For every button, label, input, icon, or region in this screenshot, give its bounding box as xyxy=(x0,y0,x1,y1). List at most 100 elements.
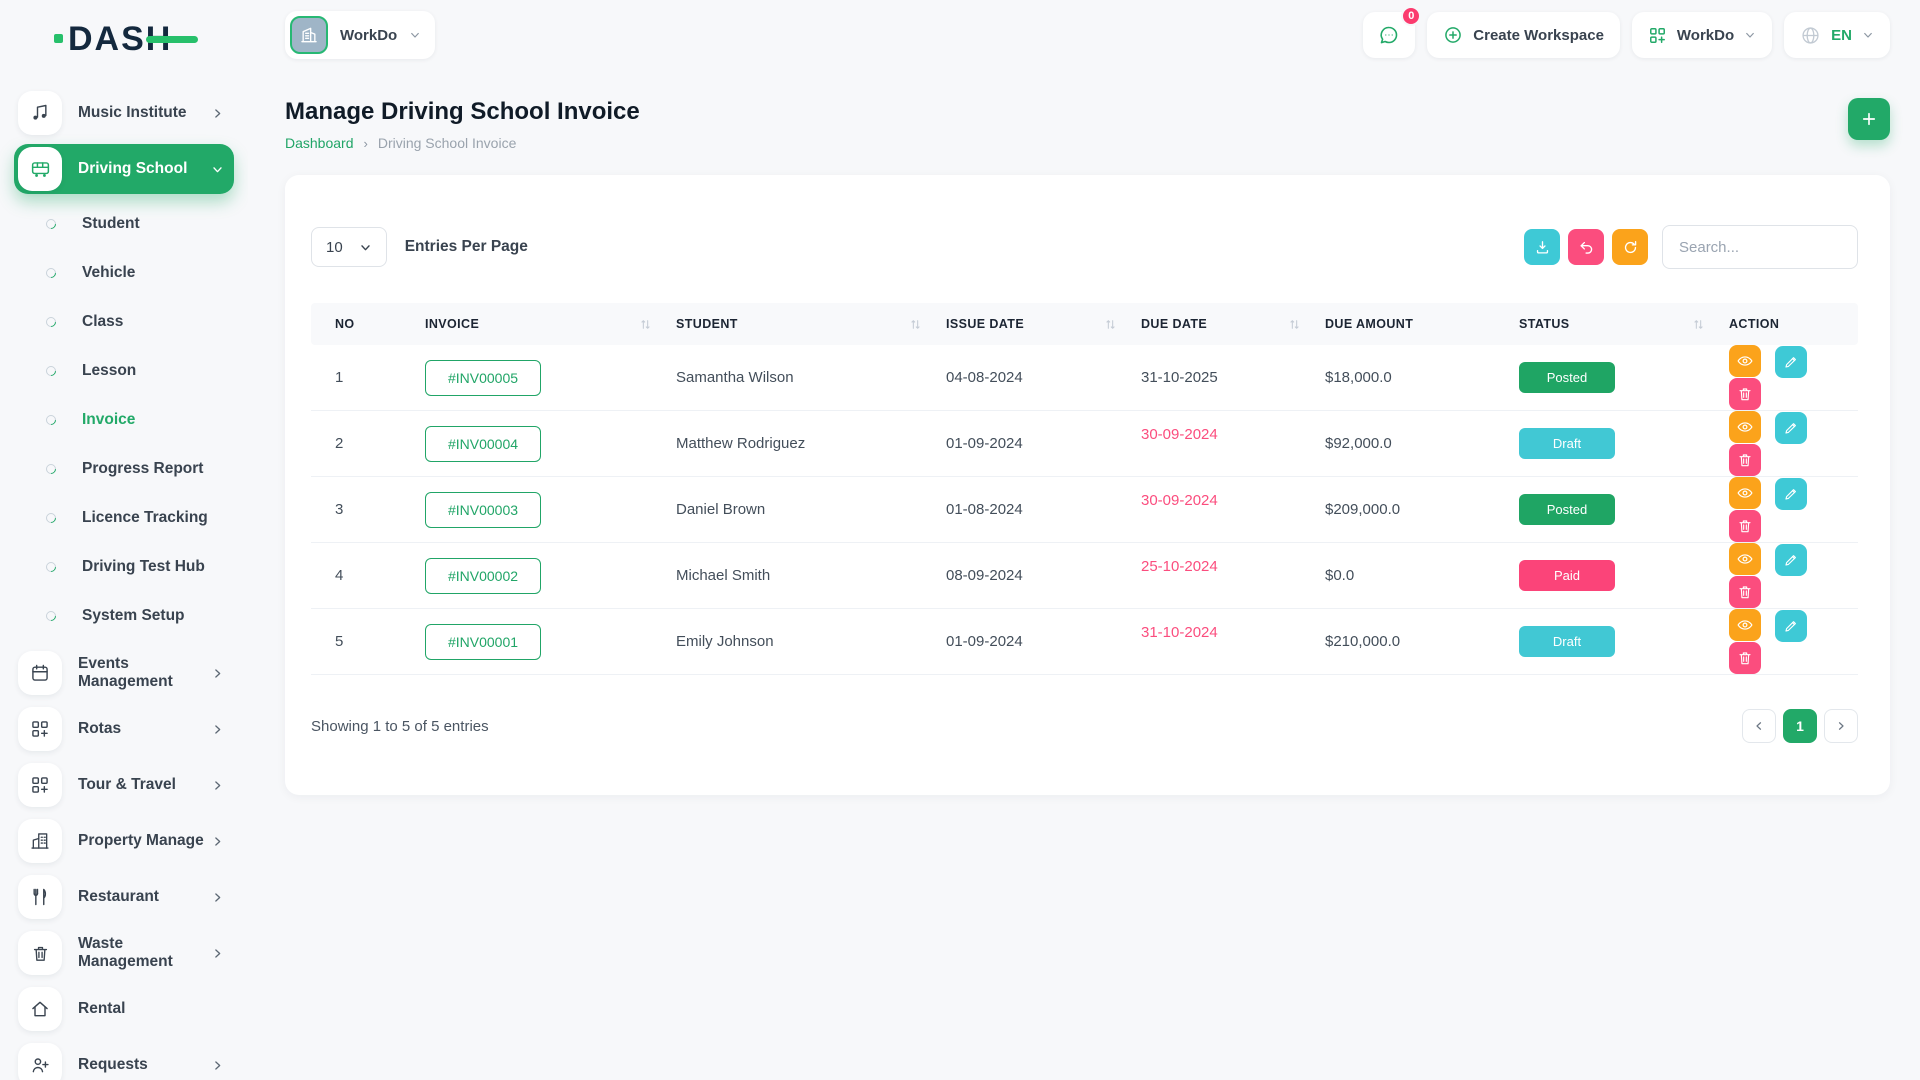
sidebar-item-property-manage[interactable]: Property Manage xyxy=(14,816,234,866)
delete-button[interactable] xyxy=(1729,378,1761,410)
sidebar-item-invoice[interactable]: Invoice xyxy=(14,396,234,444)
trash-icon xyxy=(18,931,62,975)
cell-due-amount: $92,000.0 xyxy=(1325,435,1519,452)
title-block: Manage Driving School Invoice Dashboard … xyxy=(285,98,640,151)
sidebar-item-vehicle[interactable]: Vehicle xyxy=(14,249,234,297)
plus-icon xyxy=(1860,110,1878,128)
sidebar-item-events-management[interactable]: Events Management xyxy=(14,648,234,698)
workdo-menu-button[interactable]: WorkDo xyxy=(1632,12,1772,58)
sidebar-item-waste-management[interactable]: Waste Management xyxy=(14,928,234,978)
edit-button[interactable] xyxy=(1775,544,1807,576)
sidebar-item-class[interactable]: Class xyxy=(14,298,234,346)
brand-logo[interactable]: DASH xyxy=(68,20,172,59)
page-1-button[interactable]: 1 xyxy=(1783,709,1817,743)
invoice-number-pill[interactable]: #INV00002 xyxy=(425,558,541,594)
next-page-button[interactable] xyxy=(1824,709,1858,743)
language-selector[interactable]: EN xyxy=(1784,12,1890,58)
chevron-down-icon xyxy=(1744,29,1756,41)
grid-plus-icon xyxy=(18,707,62,751)
sidebar-item-tour-travel[interactable]: Tour & Travel xyxy=(14,760,234,810)
view-button[interactable] xyxy=(1729,411,1761,443)
sidebar-item-system-setup[interactable]: System Setup xyxy=(14,592,234,640)
column-header-issue-date[interactable]: ISSUE DATE xyxy=(946,317,1141,331)
per-page-select[interactable]: 10 xyxy=(311,227,387,267)
prev-page-button[interactable] xyxy=(1742,709,1776,743)
table-row: 5 #INV00001 Emily Johnson 01-09-2024 31-… xyxy=(311,609,1858,675)
circle-plus-icon xyxy=(1443,25,1463,45)
table-row: 2 #INV00004 Matthew Rodriguez 01-09-2024… xyxy=(311,411,1858,477)
sidebar-item-progress-report[interactable]: Progress Report xyxy=(14,445,234,493)
cell-no: 2 xyxy=(311,435,425,452)
cell-no: 5 xyxy=(311,633,425,650)
cell-invoice: #INV00001 xyxy=(425,624,676,660)
invoice-number-pill[interactable]: #INV00005 xyxy=(425,360,541,396)
sidebar-item-music-institute[interactable]: Music Institute xyxy=(14,88,234,138)
sidebar-item-label: Rental xyxy=(78,1000,125,1018)
per-page-value: 10 xyxy=(326,239,343,256)
home-icon xyxy=(18,987,62,1031)
due-date-text: 31-10-2025 xyxy=(1141,369,1218,386)
sidebar-item-rotas[interactable]: Rotas xyxy=(14,704,234,754)
table-footer: Showing 1 to 5 of 5 entries 1 xyxy=(311,709,1858,743)
add-invoice-button[interactable] xyxy=(1848,98,1890,140)
search-input[interactable] xyxy=(1662,225,1858,269)
chevron-down-icon xyxy=(211,163,224,176)
sidebar-item-requests[interactable]: Requests xyxy=(14,1040,234,1080)
sidebar-item-label: Events Management xyxy=(78,655,211,691)
cell-status: Paid xyxy=(1519,560,1729,591)
cell-issue-date: 01-08-2024 xyxy=(946,501,1141,518)
invoice-number-pill[interactable]: #INV00003 xyxy=(425,492,541,528)
create-workspace-button[interactable]: Create Workspace xyxy=(1427,12,1620,58)
edit-button[interactable] xyxy=(1775,346,1807,378)
edit-button[interactable] xyxy=(1775,610,1807,642)
sidebar-item-driving-school[interactable]: Driving School xyxy=(14,144,234,194)
sidebar-item-lesson[interactable]: Lesson xyxy=(14,347,234,395)
due-date-text: 30-09-2024 xyxy=(1141,492,1218,509)
cell-due-date: 30-09-2024 xyxy=(1141,501,1325,518)
edit-button[interactable] xyxy=(1775,412,1807,444)
cell-invoice: #INV00004 xyxy=(425,426,676,462)
column-header-due-date[interactable]: DUE DATE xyxy=(1141,317,1325,331)
refresh-button[interactable] xyxy=(1612,229,1648,265)
sidebar-item-driving-test-hub[interactable]: Driving Test Hub xyxy=(14,543,234,591)
trash-icon xyxy=(1737,386,1753,402)
view-button[interactable] xyxy=(1729,345,1761,377)
sidebar-item-licence-tracking[interactable]: Licence Tracking xyxy=(14,494,234,542)
sidebar-item-rental[interactable]: Rental xyxy=(14,984,234,1034)
column-header-student[interactable]: STUDENT xyxy=(676,317,946,331)
edit-button[interactable] xyxy=(1775,478,1807,510)
column-header-status[interactable]: STATUS xyxy=(1519,317,1729,331)
sidebar-item-label: Requests xyxy=(78,1056,148,1074)
breadcrumb-dashboard-link[interactable]: Dashboard xyxy=(285,135,354,151)
chat-icon xyxy=(1377,23,1401,47)
undo-button[interactable] xyxy=(1568,229,1604,265)
chat-badge: 0 xyxy=(1401,6,1421,26)
main-area: WorkDo 0 Create Workspace WorkDo xyxy=(248,0,1920,1080)
chevron-right-icon xyxy=(211,723,224,736)
bullet-ring-icon xyxy=(44,511,58,525)
column-header-invoice[interactable]: INVOICE xyxy=(425,317,676,331)
column-header-no: NO xyxy=(311,317,425,331)
delete-button[interactable] xyxy=(1729,576,1761,608)
invoice-number-pill[interactable]: #INV00004 xyxy=(425,426,541,462)
delete-button[interactable] xyxy=(1729,510,1761,542)
invoice-number-pill[interactable]: #INV00001 xyxy=(425,624,541,660)
workspace-avatar xyxy=(290,16,328,54)
sidebar-item-restaurant[interactable]: Restaurant xyxy=(14,872,234,922)
invoice-table-card: 10 Entries Per Page xyxy=(285,175,1890,795)
delete-button[interactable] xyxy=(1729,444,1761,476)
sidebar-item-student[interactable]: Student xyxy=(14,200,234,248)
cell-student: Daniel Brown xyxy=(676,501,946,518)
logo-dot-icon xyxy=(54,34,63,43)
delete-button[interactable] xyxy=(1729,642,1761,674)
cell-student: Matthew Rodriguez xyxy=(676,435,946,452)
chat-button[interactable]: 0 xyxy=(1363,12,1415,58)
view-button[interactable] xyxy=(1729,543,1761,575)
trash-icon xyxy=(1737,584,1753,600)
view-button[interactable] xyxy=(1729,477,1761,509)
export-download-button[interactable] xyxy=(1524,229,1560,265)
trash-icon xyxy=(1737,650,1753,666)
workspace-selector[interactable]: WorkDo xyxy=(285,11,435,59)
view-button[interactable] xyxy=(1729,609,1761,641)
cell-no: 1 xyxy=(311,369,425,386)
